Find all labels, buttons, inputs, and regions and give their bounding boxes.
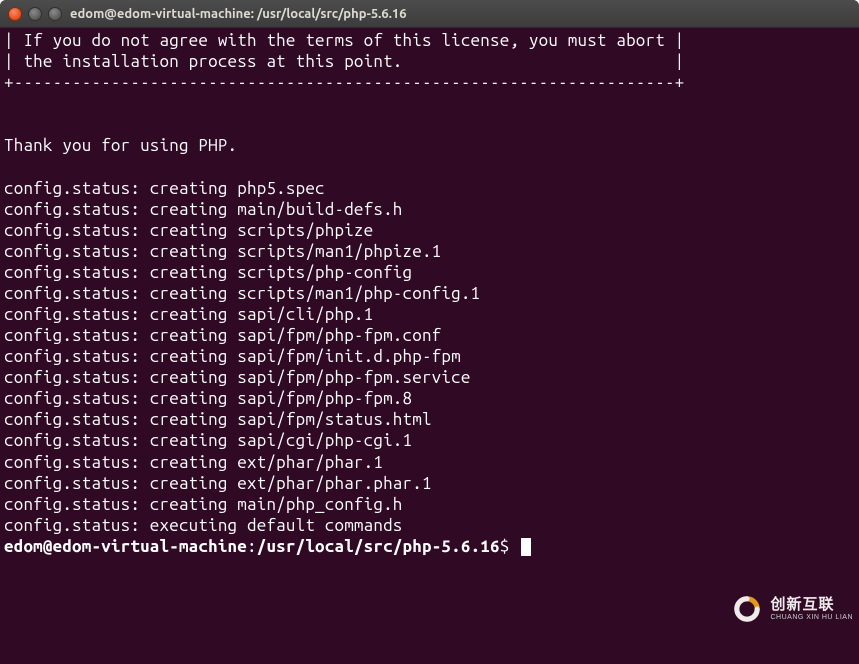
- thanks-line: Thank you for using PHP.: [4, 136, 237, 155]
- status-line: config.status: creating sapi/fpm/php-fpm…: [4, 326, 441, 345]
- watermark-en: CHUANG XIN HU LIAN: [770, 614, 853, 621]
- watermark-cn: 创新互联: [770, 597, 853, 612]
- prompt-path: /usr/local/src/php-5.6.16: [257, 537, 500, 556]
- status-line: config.status: creating main/build-defs.…: [4, 200, 403, 219]
- maximize-icon[interactable]: [48, 7, 62, 21]
- status-line: config.status: creating sapi/fpm/init.d.…: [4, 347, 461, 366]
- license-sep: +---------------------------------------…: [4, 73, 684, 92]
- license-line-1: | If you do not agree with the terms of …: [4, 31, 684, 50]
- logo-icon: [730, 592, 764, 626]
- status-line: config.status: creating scripts/man1/php…: [4, 242, 441, 261]
- license-line-2: | the installation process at this point…: [4, 52, 684, 71]
- status-line: config.status: creating sapi/fpm/php-fpm…: [4, 368, 471, 387]
- status-line: config.status: creating php5.spec: [4, 179, 325, 198]
- close-icon[interactable]: [8, 7, 22, 21]
- status-line: config.status: creating scripts/php-conf…: [4, 263, 412, 282]
- prompt-user-host: edom@edom-virtual-machine: [4, 537, 247, 556]
- minimize-icon[interactable]: [28, 7, 42, 21]
- prompt-sep: :: [247, 537, 257, 556]
- status-line: config.status: creating scripts/phpize: [4, 221, 373, 240]
- status-line: config.status: creating main/php_config.…: [4, 495, 403, 514]
- status-line: config.status: creating sapi/cli/php.1: [4, 305, 373, 324]
- titlebar[interactable]: edom@edom-virtual-machine: /usr/local/sr…: [0, 0, 859, 28]
- status-line: config.status: creating sapi/fpm/status.…: [4, 410, 432, 429]
- window-controls: [8, 7, 62, 21]
- status-line: config.status: creating scripts/man1/php…: [4, 284, 480, 303]
- status-line: config.status: creating ext/phar/phar.ph…: [4, 474, 432, 493]
- status-line: config.status: executing default command…: [4, 516, 403, 535]
- window-title: edom@edom-virtual-machine: /usr/local/sr…: [70, 7, 407, 21]
- terminal-window: edom@edom-virtual-machine: /usr/local/sr…: [0, 0, 859, 664]
- cursor-icon: [521, 538, 531, 556]
- watermark: 创新互联 CHUANG XIN HU LIAN: [730, 592, 853, 626]
- status-line: config.status: creating sapi/fpm/php-fpm…: [4, 389, 412, 408]
- status-line: config.status: creating ext/phar/phar.1: [4, 453, 383, 472]
- prompt-end: $: [500, 537, 510, 556]
- status-line: config.status: creating sapi/cgi/php-cgi…: [4, 431, 412, 450]
- terminal-body[interactable]: | If you do not agree with the terms of …: [0, 28, 859, 664]
